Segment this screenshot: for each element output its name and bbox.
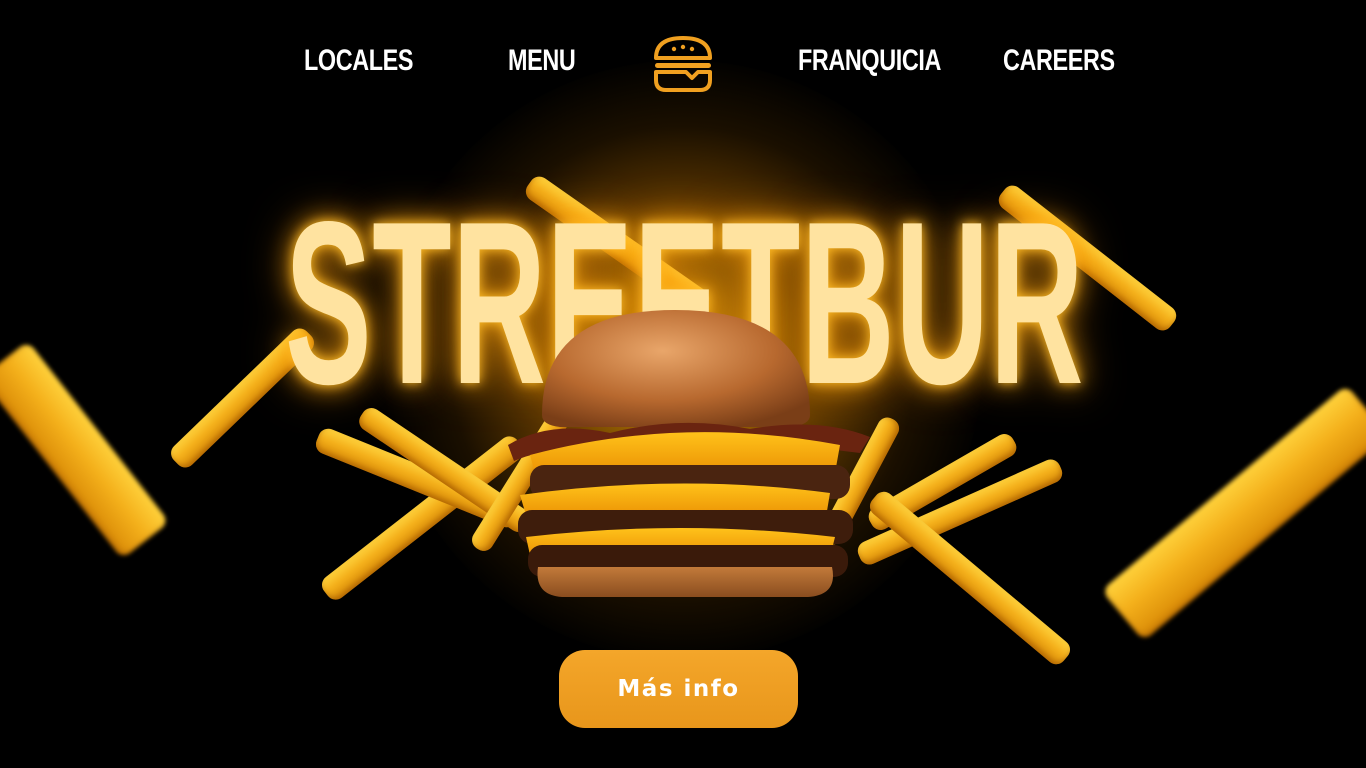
burger-icon[interactable] <box>652 34 714 94</box>
mas-info-button[interactable]: Más info <box>559 650 798 728</box>
nav-item-menu[interactable]: MENU <box>508 44 576 78</box>
nav-item-franquicia[interactable]: FRANQUICIA <box>798 44 941 78</box>
fries-image-left <box>0 340 170 560</box>
nav-item-careers[interactable]: CAREERS <box>1003 44 1115 78</box>
nav-item-locales[interactable]: LOCALES <box>304 44 413 78</box>
fries-image-right <box>1101 384 1366 642</box>
burger-image <box>490 305 880 605</box>
